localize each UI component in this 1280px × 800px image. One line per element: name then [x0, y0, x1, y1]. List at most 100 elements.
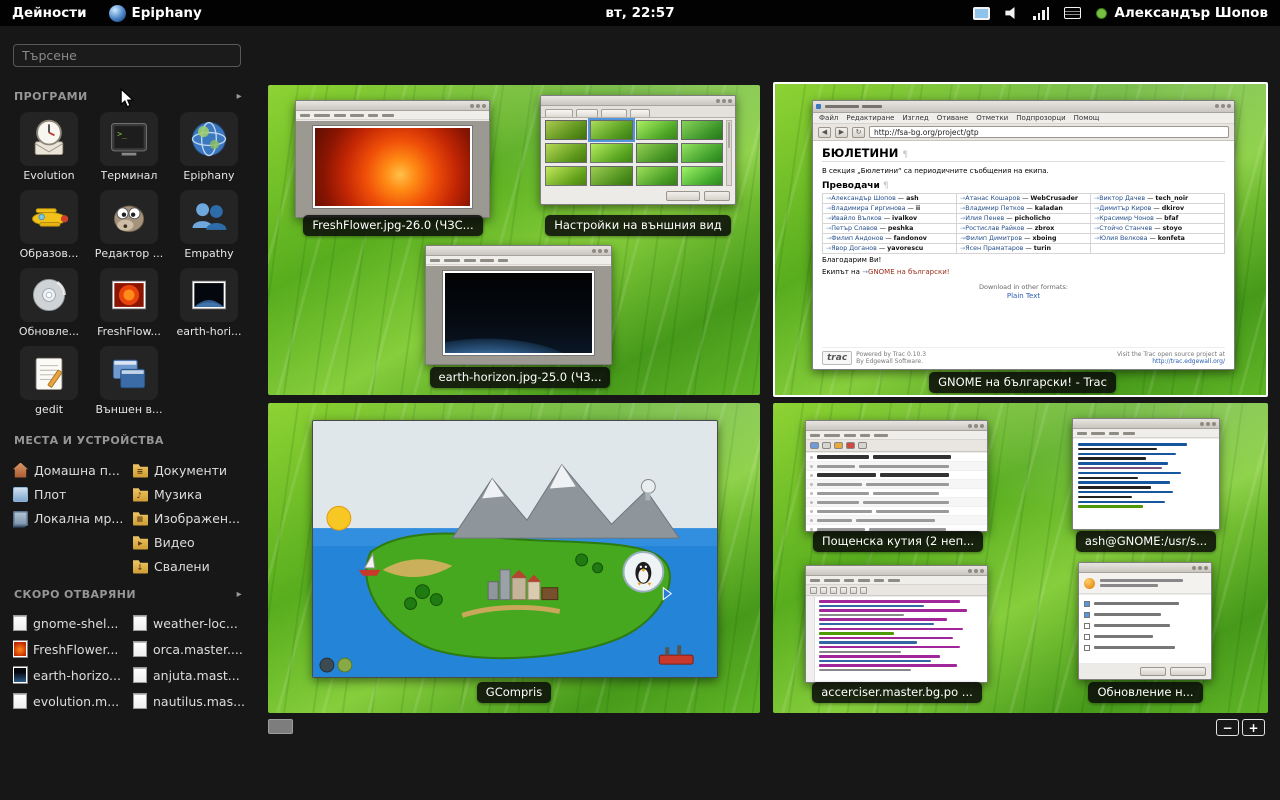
menu-item[interactable]: Редактиране: [846, 114, 894, 122]
menu-item[interactable]: Файл: [819, 114, 838, 122]
recent-item-file[interactable]: weather-loc...: [133, 610, 247, 636]
translator-cell[interactable]: →Юлия Велкова — konfeta: [1091, 234, 1225, 244]
add-workspace-button[interactable]: +: [1242, 719, 1265, 736]
menu-item[interactable]: Изглед: [902, 114, 928, 122]
epiphany-window[interactable]: Файл Редактиране Изглед Отиване Отметки Подпр…: [812, 100, 1235, 370]
wallpaper-thumbnail[interactable]: [681, 166, 723, 186]
back-button[interactable]: ◀: [818, 127, 831, 138]
place-music[interactable]: Музика: [133, 482, 247, 506]
place-home[interactable]: Домашна п...: [13, 458, 127, 482]
translator-cell[interactable]: →Стойчо Станчев — stoyo: [1091, 224, 1225, 234]
place-pictures[interactable]: Изображен...: [133, 506, 247, 530]
app-menu[interactable]: Epiphany: [99, 5, 212, 22]
translator-cell[interactable]: →Ростислав Райков — zbrox: [957, 224, 1091, 234]
search-input[interactable]: [13, 44, 241, 67]
recent-item-file[interactable]: orca.master....: [133, 636, 247, 662]
recent-item-file[interactable]: gnome-shel...: [13, 610, 127, 636]
translator-cell[interactable]: →Петър Славов — peshka: [823, 224, 957, 234]
translator-cell[interactable]: →Димитър Киров — dkirov: [1091, 204, 1225, 214]
wallpaper-thumbnail[interactable]: [590, 143, 632, 163]
wallpaper-thumbnail[interactable]: [545, 120, 587, 140]
wallpaper-thumbnail[interactable]: [681, 120, 723, 140]
app-evolution[interactable]: Evolution: [10, 112, 88, 182]
app-updates[interactable]: Обновле...: [10, 268, 88, 338]
translator-cell[interactable]: →Филип Димитров — xboing: [957, 234, 1091, 244]
recent-item-image-dark[interactable]: earth-horizo...: [13, 662, 127, 688]
menu-item[interactable]: Помощ: [1074, 114, 1100, 122]
clock[interactable]: вт, 22:57: [605, 5, 674, 21]
evolution-window[interactable]: [805, 420, 988, 532]
menu-item[interactable]: Подпрозорци: [1016, 114, 1065, 122]
translator-cell[interactable]: →Илия Пенев — picholicho: [957, 214, 1091, 224]
message-row[interactable]: [806, 471, 987, 480]
app-empathy[interactable]: Empathy: [170, 190, 248, 260]
message-row[interactable]: [806, 480, 987, 489]
app-appearance[interactable]: Външен в...: [90, 346, 168, 416]
place-network-place[interactable]: Локална мр...: [13, 506, 127, 530]
message-row[interactable]: [806, 507, 987, 516]
place-desktop[interactable]: Плот: [13, 482, 127, 506]
wallpaper-thumbnail[interactable]: [545, 166, 587, 186]
message-row[interactable]: [806, 462, 987, 471]
scrollbar[interactable]: [726, 120, 732, 186]
recent-item-image-red[interactable]: FreshFlower...: [13, 636, 127, 662]
translator-cell[interactable]: →Виктор Дачев — tech_noir: [1091, 194, 1225, 204]
trac-link[interactable]: http://trac.edgewall.org/: [1117, 358, 1225, 365]
forward-button[interactable]: ▶: [835, 127, 848, 138]
recent-expand-icon[interactable]: ▸: [237, 589, 242, 600]
translator-cell[interactable]: →Александър Шопов — ash: [823, 194, 957, 204]
wallpaper-thumbnail[interactable]: [681, 143, 723, 163]
recent-item-file[interactable]: anjuta.mast...: [133, 662, 247, 688]
app-gimp[interactable]: Редактор ...: [90, 190, 168, 260]
workspace-4[interactable]: Пощенска кутия (2 неп... ash@GNOME:/usr/…: [773, 403, 1268, 713]
team-link[interactable]: GNOME на български!: [868, 268, 950, 276]
translator-cell[interactable]: →Ясен Праматаров — turin: [957, 244, 1091, 254]
menu-item[interactable]: Отиване: [937, 114, 968, 122]
message-row[interactable]: [806, 453, 987, 462]
display-icon[interactable]: [973, 7, 990, 20]
volume-icon[interactable]: [1005, 7, 1018, 20]
appearance-window[interactable]: [540, 95, 736, 205]
app-gcompris[interactable]: Образов...: [10, 190, 88, 260]
wallpaper-thumbnail[interactable]: [590, 120, 632, 140]
translator-cell[interactable]: →Владимира Гиргинова — ii: [823, 204, 957, 214]
message-row[interactable]: [806, 516, 987, 525]
wallpaper-thumbnail[interactable]: [590, 166, 632, 186]
recent-item-file[interactable]: evolution.m...: [13, 688, 127, 714]
message-row[interactable]: [806, 498, 987, 507]
translator-cell[interactable]: →Ивайло Вълков — ivalkov: [823, 214, 957, 224]
translator-cell[interactable]: →Красимир Чонов — bfaf: [1091, 214, 1225, 224]
gimp-freshflower-window[interactable]: [295, 100, 490, 218]
menu-item[interactable]: Отметки: [976, 114, 1008, 122]
update-manager-window[interactable]: [1078, 562, 1212, 680]
wallpaper-thumbnail[interactable]: [545, 143, 587, 163]
translator-cell[interactable]: →Явор Доганов — yavorescu: [823, 244, 957, 254]
wallpaper-thumbnail[interactable]: [636, 166, 678, 186]
app-terminal[interactable]: >_Терминал: [90, 112, 168, 182]
translator-cell[interactable]: →Филип Андонов — fandonov: [823, 234, 957, 244]
translator-cell[interactable]: →Атанас Кошаров — WebCrusader: [957, 194, 1091, 204]
terminal-window[interactable]: [1072, 418, 1220, 530]
translator-cell[interactable]: →Владимир Петков — kaladan: [957, 204, 1091, 214]
place-downloads[interactable]: Свалени: [133, 554, 247, 578]
update-row[interactable]: [1084, 642, 1206, 653]
gcompris-window[interactable]: [312, 420, 718, 678]
gedit-window[interactable]: [805, 565, 988, 683]
gimp-earth-window[interactable]: [425, 245, 612, 365]
app-gedit[interactable]: gedit: [10, 346, 88, 416]
workspace-2-active[interactable]: Файл Редактиране Изглед Отиване Отметки Подпр…: [773, 82, 1268, 397]
app-epiphany[interactable]: Epiphany: [170, 112, 248, 182]
plain-text-link[interactable]: Plain Text: [822, 292, 1225, 300]
wallpaper-thumbnail[interactable]: [636, 143, 678, 163]
workspace-1[interactable]: FreshFlower.jpg-26.0 (ЧЗС... Настройки н…: [268, 85, 760, 395]
remove-workspace-button[interactable]: −: [1216, 719, 1239, 736]
app-freshflower[interactable]: FreshFlow...: [90, 268, 168, 338]
app-earth[interactable]: earth-hori...: [170, 268, 248, 338]
update-row[interactable]: [1084, 631, 1206, 642]
update-row[interactable]: [1084, 620, 1206, 631]
update-row[interactable]: [1084, 598, 1206, 609]
programs-expand-icon[interactable]: ▸: [237, 91, 242, 102]
reload-button[interactable]: ↻: [852, 127, 865, 138]
url-field[interactable]: http://fsa-bg.org/project/gtp: [869, 126, 1229, 138]
user-menu[interactable]: Александър Шопов: [1096, 5, 1268, 21]
